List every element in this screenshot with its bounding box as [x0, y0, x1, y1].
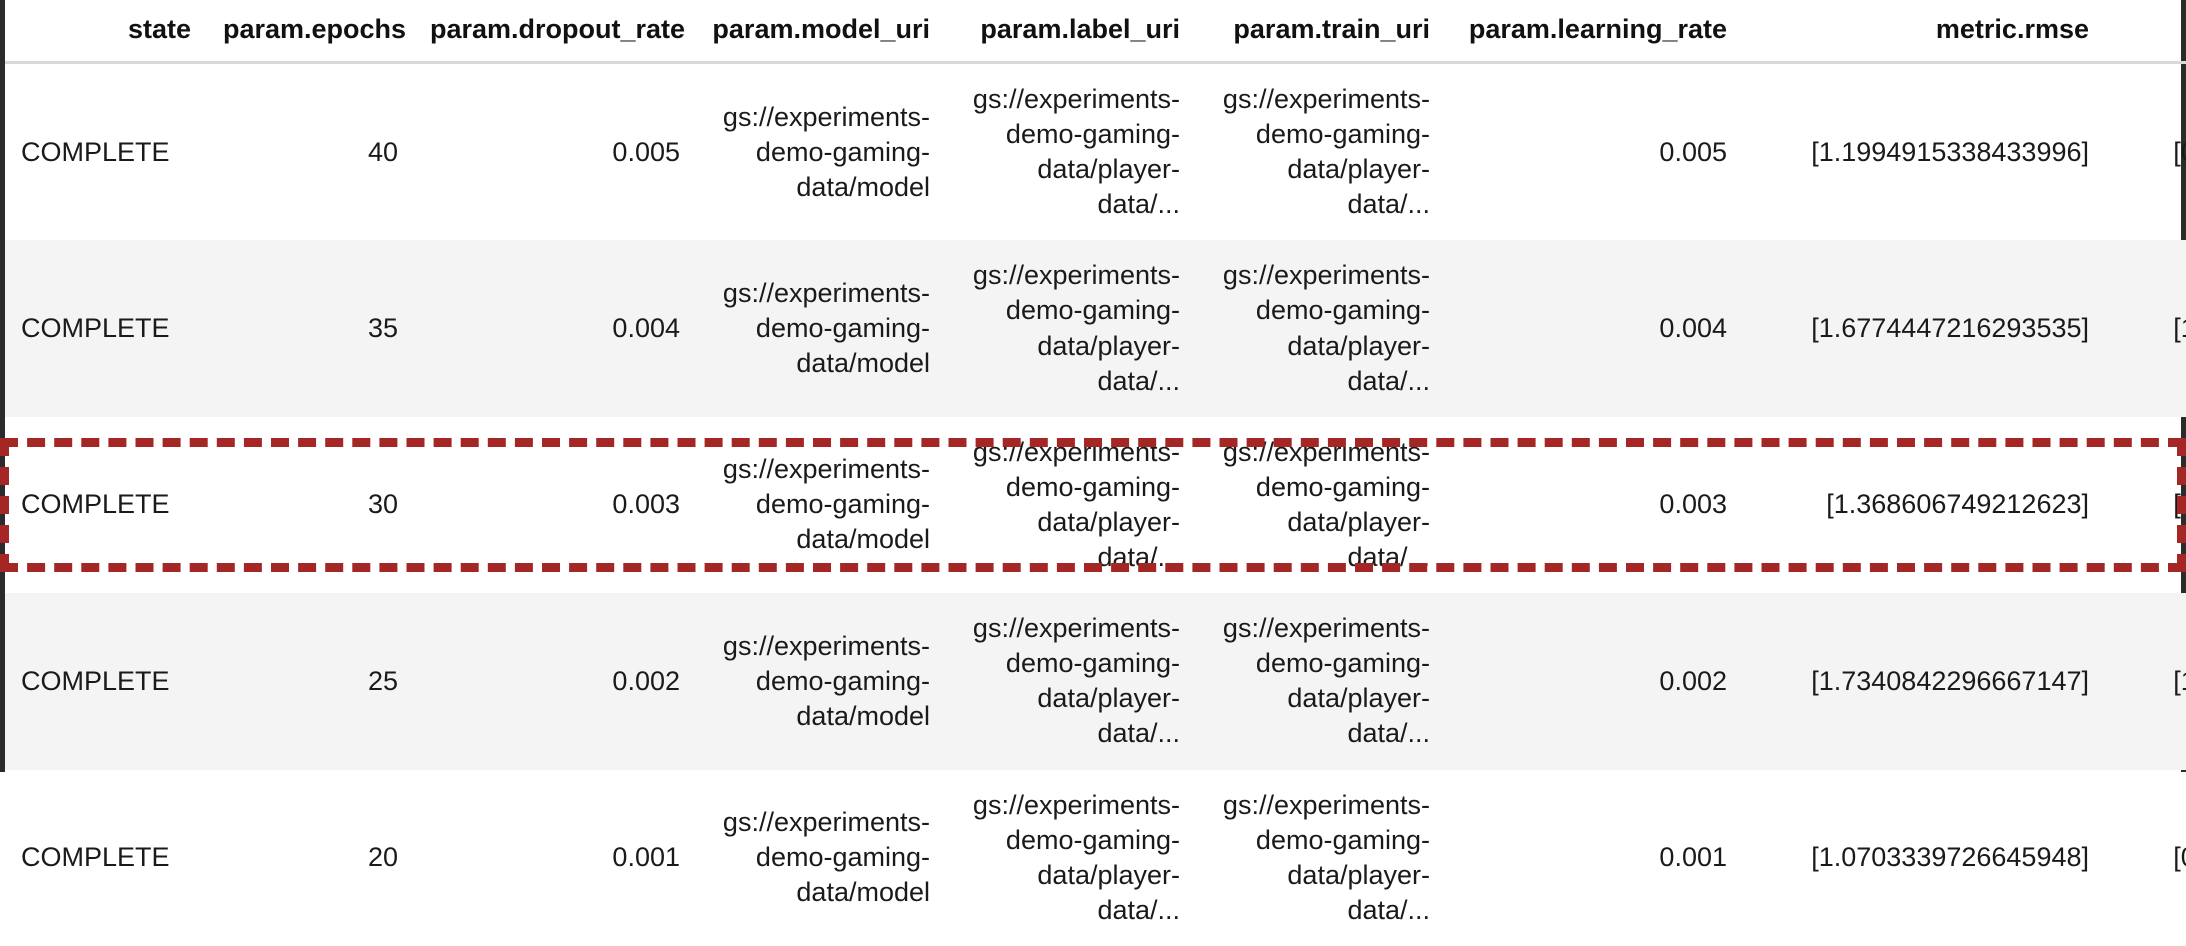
experiments-results-table: state param.epochs param.dropout_rate pa… [5, 0, 2186, 946]
cell-state: COMPLETE [21, 136, 170, 167]
cell-dropout-rate: 0.005 [612, 136, 680, 167]
cell-metric-mae: [1.3912596980966023] [2105, 240, 2186, 417]
cell-learning-rate: 0.001 [1659, 842, 1727, 873]
cell-metric-rmse: [1.6774447216293535] [1743, 240, 2105, 417]
cell-train-uri: gs://experiments-demo-gaming-data/player… [1222, 84, 1430, 220]
table-row-highlighted[interactable]: COMPLETE 20 0.001 gs://experiments-demo-… [5, 770, 2186, 946]
cell-train-uri: gs://experiments-demo-gaming-data/player… [1222, 436, 1430, 573]
cell-label-uri: gs://experiments-demo-gaming-data/player… [972, 789, 1180, 925]
cell-epochs: 20 [367, 842, 398, 873]
cell-label-uri: gs://experiments-demo-gaming-data/player… [946, 240, 1196, 417]
column-header-metric-rmse[interactable]: metric.rmse [1743, 0, 2105, 64]
cell-learning-rate: 0.004 [1446, 240, 1743, 417]
column-header-metric-mae[interactable]: metric.mae [2105, 0, 2186, 64]
cell-dropout-rate: 0.004 [414, 240, 696, 417]
cell-model-uri: gs://experiments-demo-gaming-data/model [696, 240, 946, 417]
cell-learning-rate: 0.005 [1659, 136, 1727, 167]
cell-metric-rmse: [1.7340842296667147] [1743, 593, 2105, 770]
cell-state: COMPLETE [21, 842, 170, 873]
cell-state: COMPLETE [21, 489, 170, 520]
cell-train-uri: gs://experiments-demo-gaming-data/player… [1196, 593, 1446, 770]
cell-label-uri: gs://experiments-demo-gaming-data/player… [972, 84, 1180, 220]
cell-dropout-rate: 0.002 [414, 593, 696, 770]
dataframe-container: state param.epochs param.dropout_rate pa… [0, 0, 2186, 925]
table-header-row: state param.epochs param.dropout_rate pa… [5, 0, 2186, 64]
cell-train-uri: gs://experiments-demo-gaming-data/player… [1196, 240, 1446, 417]
cell-metric-rmse: [1.0703339726645948] [1811, 842, 2089, 873]
table-row[interactable]: COMPLETE 25 0.002 gs://experiments-demo-… [5, 593, 2186, 770]
cell-train-uri: gs://experiments-demo-gaming-data/player… [1222, 789, 1430, 925]
cell-state: COMPLETE [5, 593, 207, 770]
cell-dropout-rate: 0.003 [612, 489, 680, 520]
cell-epochs: 35 [207, 240, 414, 417]
cell-learning-rate: 0.002 [1446, 593, 1743, 770]
cell-model-uri: gs://experiments-demo-gaming-data/model [722, 454, 930, 555]
table-row[interactable]: COMPLETE 30 0.003 gs://experiments-demo-… [5, 417, 2186, 593]
cell-label-uri: gs://experiments-demo-gaming-data/player… [972, 436, 1180, 573]
column-header-param-learning-rate[interactable]: param.learning_rate [1446, 0, 1743, 64]
screenshot-stage: state param.epochs param.dropout_rate pa… [0, 0, 2186, 925]
column-header-param-label-uri[interactable]: param.label_uri [946, 0, 1196, 64]
column-header-param-model-uri[interactable]: param.model_uri [696, 0, 946, 64]
cell-model-uri: gs://experiments-demo-gaming-data/model [722, 807, 930, 908]
cell-epochs: 25 [207, 593, 414, 770]
cell-metric-mae: [0.8067645053795942] [2173, 842, 2186, 873]
column-header-param-dropout-rate[interactable]: param.dropout_rate [414, 0, 696, 64]
table-row[interactable]: COMPLETE 40 0.005 gs://experiments-demo-… [5, 63, 2186, 241]
cell-metric-rmse: [1.368606749212623] [1826, 489, 2089, 520]
cell-learning-rate: 0.003 [1659, 489, 1727, 520]
table-header: state param.epochs param.dropout_rate pa… [5, 0, 2186, 64]
cell-metric-mae: [1.3291234783216863] [2105, 593, 2186, 770]
cell-metric-mae: [0.9282052047070797] [2173, 136, 2186, 167]
cell-metric-rmse: [1.1994915338433996] [1811, 136, 2089, 167]
cell-dropout-rate: 0.001 [612, 842, 680, 873]
table-body: COMPLETE 40 0.005 gs://experiments-demo-… [5, 63, 2186, 946]
cell-model-uri: gs://experiments-demo-gaming-data/model [722, 101, 930, 202]
cell-label-uri: gs://experiments-demo-gaming-data/player… [946, 593, 1196, 770]
cell-metric-mae: [1.0496017500678982] [2173, 489, 2186, 520]
column-header-param-epochs[interactable]: param.epochs [207, 0, 414, 64]
column-header-param-train-uri[interactable]: param.train_uri [1196, 0, 1446, 64]
column-header-state[interactable]: state [5, 0, 207, 64]
cell-epochs: 40 [367, 136, 398, 167]
cell-epochs: 30 [367, 489, 398, 520]
table-row[interactable]: COMPLETE 35 0.004 gs://experiments-demo-… [5, 240, 2186, 417]
cell-state: COMPLETE [5, 240, 207, 417]
cell-model-uri: gs://experiments-demo-gaming-data/model [696, 593, 946, 770]
